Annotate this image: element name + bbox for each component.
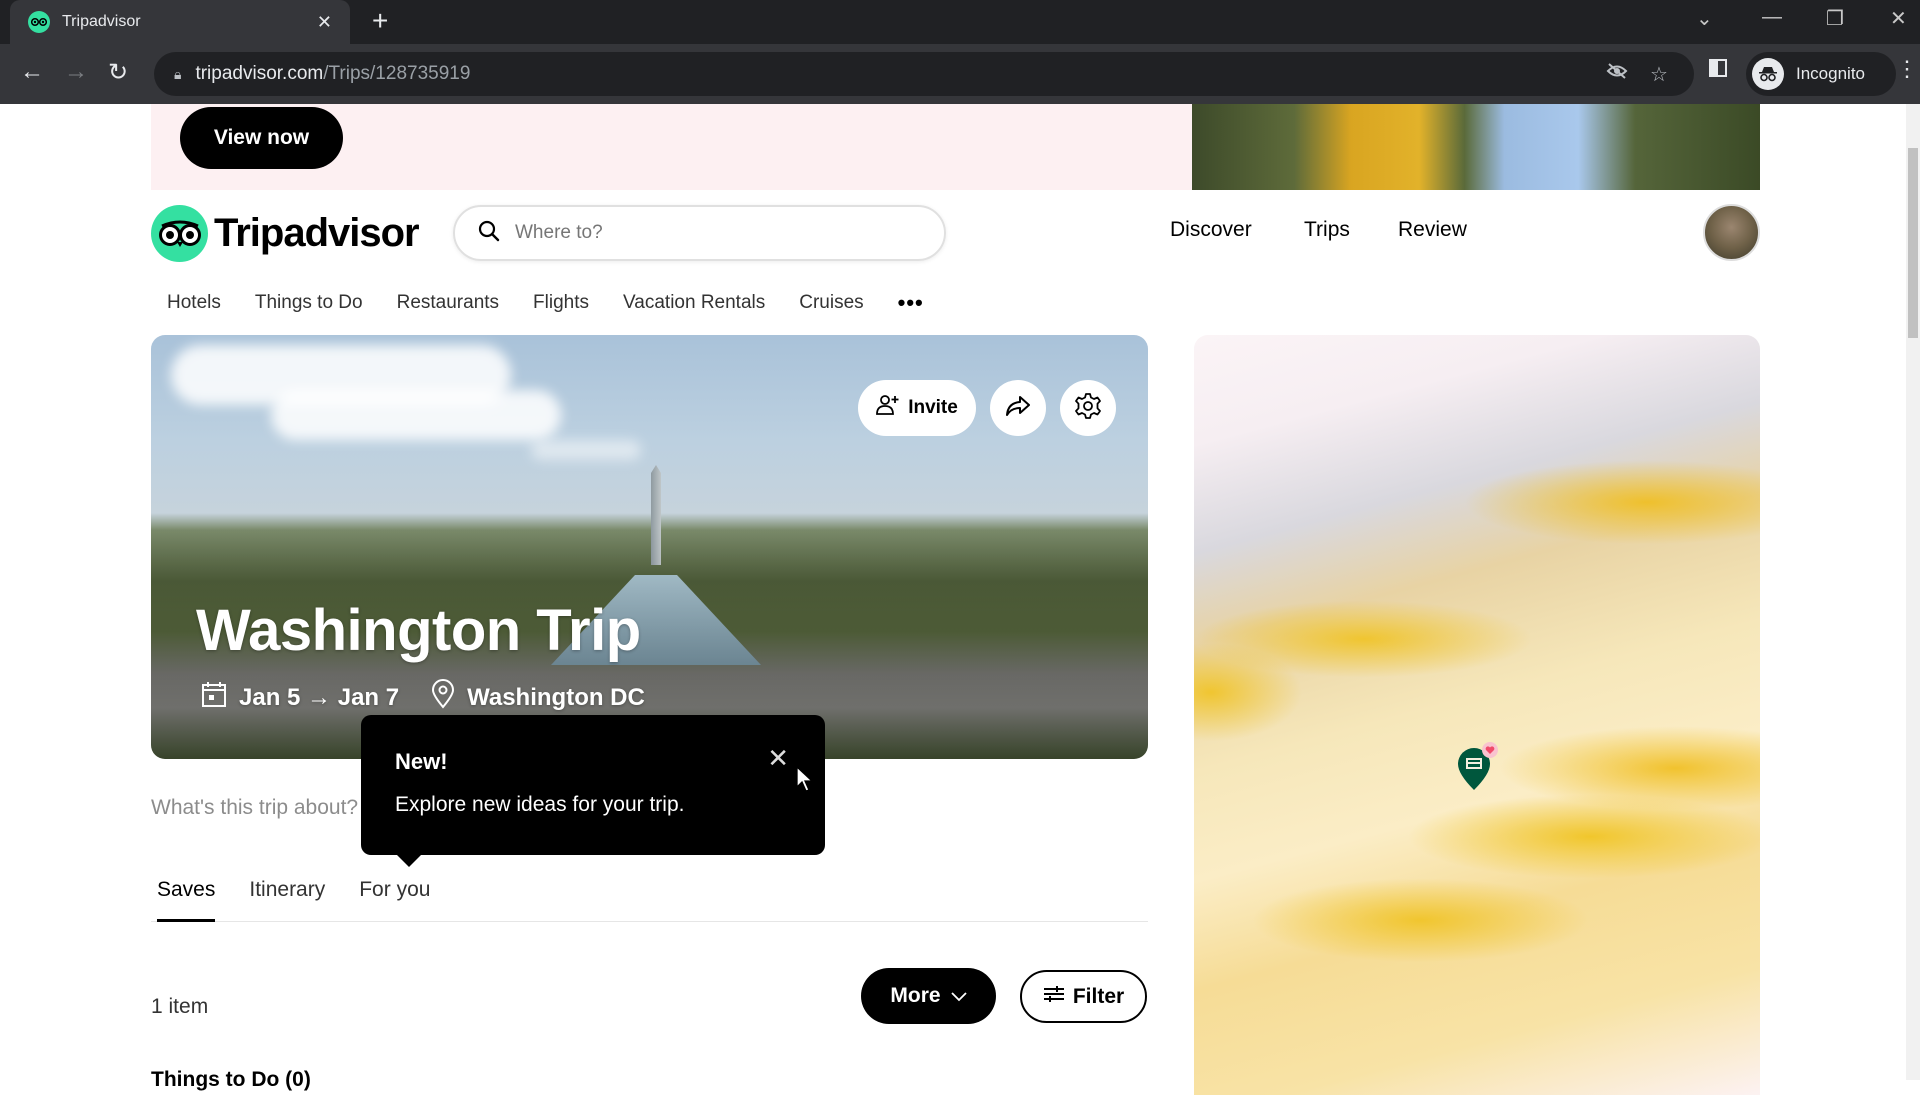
trip-hero-image: Invite Washington Trip Jan 5 → Jan 7 Was… xyxy=(151,335,1148,759)
browser-menu-icon[interactable]: ⋮ xyxy=(1896,56,1918,82)
filter-sliders-icon xyxy=(1043,985,1065,1009)
tripadvisor-favicon-icon xyxy=(28,11,50,33)
view-now-button[interactable]: View now xyxy=(180,107,343,169)
mouse-cursor-icon xyxy=(796,765,814,797)
trip-start-date: Jan 5 xyxy=(239,683,301,711)
browser-tab-bar: Tripadvisor ✕ + ⌄ — ❐ ✕ xyxy=(0,0,1920,44)
ad-image[interactable] xyxy=(1192,104,1760,190)
location-pin-icon xyxy=(431,679,455,716)
invite-button[interactable]: Invite xyxy=(858,380,976,436)
url-path: /Trips/128735919 xyxy=(323,63,471,84)
more-categories-icon[interactable]: ••• xyxy=(898,290,924,316)
page-scrollbar[interactable] xyxy=(1906,104,1920,1080)
close-window-icon[interactable]: ✕ xyxy=(1890,6,1907,31)
side-panel-icon[interactable] xyxy=(1708,58,1728,84)
category-nav: Hotels Things to Do Restaurants Flights … xyxy=(167,290,924,316)
minimize-icon[interactable]: — xyxy=(1762,6,1782,29)
add-person-icon xyxy=(876,394,900,422)
category-flights[interactable]: Flights xyxy=(533,292,589,314)
address-bar-row: ← → ↻ 🔒︎ tripadvisor.com/Trips/128735919… xyxy=(0,44,1920,104)
category-cruises[interactable]: Cruises xyxy=(799,292,863,314)
invite-label: Invite xyxy=(908,397,958,418)
url-field[interactable]: 🔒︎ tripadvisor.com/Trips/128735919 ☆ xyxy=(154,52,1694,96)
tracking-protection-eye-off-icon[interactable] xyxy=(1606,62,1628,86)
scrollbar-thumb[interactable] xyxy=(1908,148,1918,338)
map-pin-hotel[interactable] xyxy=(1454,742,1500,799)
tooltip-body: Explore new ideas for your trip. xyxy=(395,793,685,816)
tooltip-close-icon[interactable]: ✕ xyxy=(767,745,789,771)
url-host: tripadvisor.com xyxy=(195,63,324,84)
tab-close-icon[interactable]: ✕ xyxy=(317,12,332,33)
incognito-profile-button[interactable]: Incognito xyxy=(1746,52,1896,96)
cloud xyxy=(531,440,641,460)
trip-settings-button[interactable] xyxy=(1060,380,1116,436)
search-box[interactable] xyxy=(453,205,946,261)
back-icon[interactable]: ← xyxy=(20,58,44,86)
share-arrow-icon xyxy=(1005,395,1031,422)
category-things-to-do[interactable]: Things to Do xyxy=(255,292,363,314)
search-icon xyxy=(477,219,501,248)
search-input[interactable] xyxy=(515,222,915,244)
filter-label: Filter xyxy=(1072,984,1125,1008)
tab-title: Tripadvisor xyxy=(62,13,141,30)
owl-logo-icon xyxy=(151,205,208,262)
tab-for-you[interactable]: For you xyxy=(359,878,430,922)
trip-title: Washington Trip xyxy=(196,598,641,663)
date-arrow: → xyxy=(307,683,332,711)
incognito-icon xyxy=(1752,58,1784,90)
nav-discover[interactable]: Discover xyxy=(1170,218,1252,242)
reload-icon[interactable]: ↻ xyxy=(108,58,128,87)
trip-end-date: Jan 7 xyxy=(337,683,400,711)
tab-saves[interactable]: Saves xyxy=(157,878,216,922)
lock-icon: 🔒︎ xyxy=(174,65,182,82)
cloud xyxy=(271,390,561,440)
trip-location[interactable]: Washington DC xyxy=(467,684,645,712)
trip-meta: Jan 5 → Jan 7 Washington DC xyxy=(201,679,645,716)
more-label: More xyxy=(890,984,941,1007)
trip-description-input[interactable]: What's this trip about? xyxy=(151,796,358,820)
chevron-down-icon xyxy=(950,984,967,1008)
new-tab-button[interactable]: + xyxy=(372,6,388,36)
tab-itinerary[interactable]: Itinerary xyxy=(249,878,325,922)
tripadvisor-logo[interactable]: Tripadvisor xyxy=(151,205,420,262)
filter-button[interactable]: Filter xyxy=(1020,970,1147,1023)
item-count: 1 item xyxy=(151,995,209,1018)
restore-icon[interactable]: ❐ xyxy=(1826,6,1844,31)
category-hotels[interactable]: Hotels xyxy=(167,292,221,314)
category-restaurants[interactable]: Restaurants xyxy=(397,292,499,314)
category-vacation-rentals[interactable]: Vacation Rentals xyxy=(623,292,765,314)
browser-tab[interactable]: Tripadvisor ✕ xyxy=(10,0,350,44)
brand-wordmark: Tripadvisor xyxy=(214,211,420,255)
trip-tabs: Saves Itinerary For you xyxy=(151,878,1148,922)
trip-map[interactable] xyxy=(1194,335,1760,1095)
trip-actions: Invite xyxy=(858,380,1116,436)
more-button[interactable]: More xyxy=(861,968,996,1024)
new-feature-tooltip: New! Explore new ideas for your trip. ✕ xyxy=(361,715,825,867)
section-heading-things-to-do[interactable]: Things to Do (0) xyxy=(151,1068,311,1092)
bookmark-star-icon[interactable]: ☆ xyxy=(1650,62,1668,87)
tooltip-title: New! xyxy=(395,749,448,774)
ad-banner: View now xyxy=(151,104,1760,190)
share-button[interactable] xyxy=(990,380,1046,436)
gear-icon xyxy=(1074,392,1102,425)
trip-dates[interactable]: Jan 5 → Jan 7 xyxy=(239,684,399,712)
user-avatar[interactable] xyxy=(1703,204,1760,261)
nav-trips[interactable]: Trips xyxy=(1304,218,1350,242)
tab-search-chevron-icon[interactable]: ⌄ xyxy=(1696,6,1713,31)
incognito-label: Incognito xyxy=(1796,64,1865,83)
nav-review[interactable]: Review xyxy=(1398,218,1467,242)
forward-icon[interactable]: → xyxy=(64,58,88,86)
calendar-icon xyxy=(201,680,227,715)
